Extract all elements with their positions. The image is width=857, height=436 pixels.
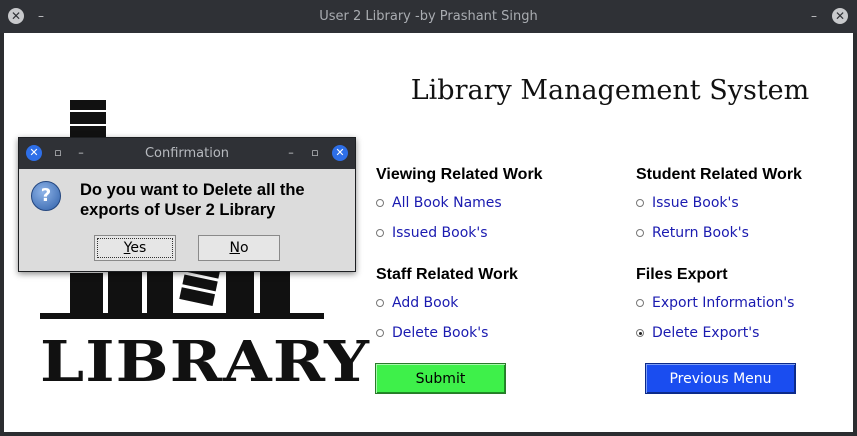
radio-label: Issued Book's <box>392 225 488 241</box>
radio-indicator-selected[interactable] <box>636 329 644 337</box>
radio-issue-books[interactable]: Issue Book's <box>636 195 739 211</box>
previous-menu-button[interactable]: Previous Menu <box>645 363 796 394</box>
dialog-minimize-icon-right[interactable]: – <box>284 145 298 161</box>
radio-indicator[interactable] <box>376 199 384 207</box>
logo-text: LIBRARY <box>40 329 371 395</box>
radio-export-information[interactable]: Export Information's <box>636 295 794 311</box>
close-icon-right[interactable]: ✕ <box>832 8 848 24</box>
yes-button[interactable]: Yes <box>94 235 176 261</box>
radio-indicator[interactable] <box>376 299 384 307</box>
submit-button[interactable]: Submit <box>375 363 506 394</box>
radio-add-book[interactable]: Add Book <box>376 295 458 311</box>
radio-indicator[interactable] <box>376 229 384 237</box>
dialog-titlebar: ✕ ▫ – Confirmation – ▫ ✕ <box>19 138 355 169</box>
radio-label: Delete Book's <box>392 325 489 341</box>
radio-delete-books[interactable]: Delete Book's <box>376 325 488 341</box>
radio-return-books[interactable]: Return Book's <box>636 225 749 241</box>
radio-label: Export Information's <box>652 295 795 311</box>
radio-indicator[interactable] <box>376 329 384 337</box>
radio-all-book-names[interactable]: All Book Names <box>376 195 502 211</box>
confirmation-dialog: ✕ ▫ – Confirmation – ▫ ✕ ? Do you want t… <box>18 137 356 272</box>
staff-heading: Staff Related Work <box>376 266 518 283</box>
radio-indicator[interactable] <box>636 199 644 207</box>
yes-label: Yes <box>123 240 147 256</box>
files-heading: Files Export <box>636 266 728 283</box>
dialog-maximize-icon-right[interactable]: ▫ <box>308 145 322 161</box>
radio-issued-books[interactable]: Issued Book's <box>376 225 488 241</box>
no-button[interactable]: No <box>198 235 280 261</box>
radio-indicator[interactable] <box>636 299 644 307</box>
student-heading: Student Related Work <box>636 166 802 183</box>
main-window: ✕ – User 2 Library -by Prashant Singh – … <box>0 0 857 436</box>
dialog-close-icon-right[interactable]: ✕ <box>332 145 348 161</box>
app-title: Library Management System <box>410 75 810 106</box>
radio-delete-exports[interactable]: Delete Export's <box>636 325 759 341</box>
viewing-heading: Viewing Related Work <box>376 166 543 183</box>
window-title: User 2 Library -by Prashant Singh <box>319 9 538 24</box>
no-label: No <box>229 240 249 256</box>
minimize-icon-right[interactable]: – <box>806 8 822 24</box>
radio-label: Return Book's <box>652 225 749 241</box>
dialog-title: Confirmation <box>144 146 230 161</box>
radio-label: All Book Names <box>392 195 502 211</box>
dialog-message: Do you want to Delete all the exports of… <box>80 181 305 219</box>
radio-indicator[interactable] <box>636 229 644 237</box>
question-icon: ? <box>31 181 61 211</box>
window-titlebar: ✕ – User 2 Library -by Prashant Singh – … <box>0 0 857 33</box>
radio-label: Add Book <box>392 295 459 311</box>
radio-label: Delete Export's <box>652 325 760 341</box>
radio-label: Issue Book's <box>652 195 739 211</box>
